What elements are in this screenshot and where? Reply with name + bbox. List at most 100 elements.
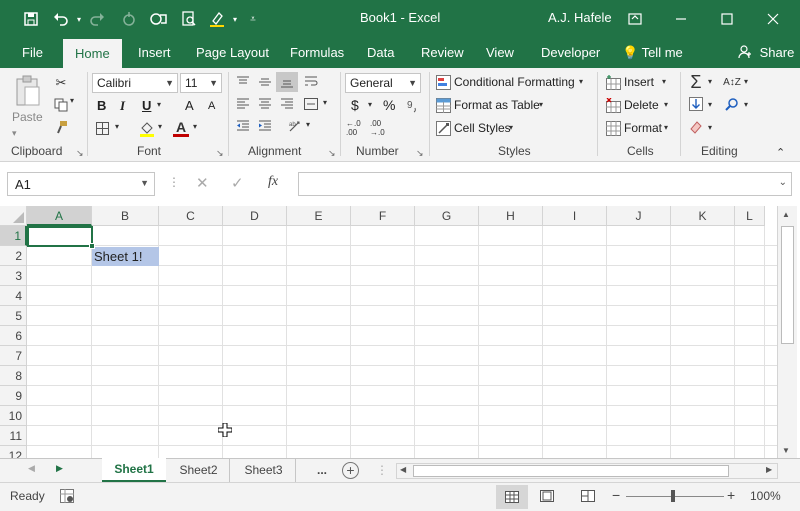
tab-formulas[interactable]: Formulas bbox=[290, 38, 344, 68]
normal-view-icon[interactable] bbox=[496, 485, 528, 509]
percent-button[interactable]: % bbox=[383, 97, 395, 113]
merge-dropdown-icon[interactable]: ▾ bbox=[323, 98, 327, 107]
grow-font-button[interactable]: A bbox=[185, 98, 194, 113]
delete-cells-icon[interactable] bbox=[605, 97, 621, 113]
row-header-7[interactable]: 7 bbox=[0, 346, 27, 366]
fill-dropdown-icon[interactable]: ▾ bbox=[708, 100, 712, 109]
row-header-11[interactable]: 11 bbox=[0, 426, 27, 446]
font-color-icon[interactable]: A bbox=[172, 118, 190, 138]
scroll-down-icon[interactable]: ▼ bbox=[782, 446, 790, 455]
copy-icon[interactable] bbox=[52, 96, 70, 114]
column-header-h[interactable]: H bbox=[479, 206, 543, 226]
cell-styles-dropdown-icon[interactable]: ▾ bbox=[509, 123, 513, 132]
selected-cell-a1[interactable] bbox=[27, 226, 93, 247]
row-header-2[interactable]: 2 bbox=[0, 246, 27, 266]
select-all-button[interactable] bbox=[0, 206, 27, 226]
sort-filter-icon[interactable]: A↕Z bbox=[722, 73, 742, 91]
sheet-tab-sheet3[interactable]: Sheet3 bbox=[232, 459, 296, 483]
delete-cells-button[interactable]: Delete bbox=[624, 98, 659, 112]
zoom-out-icon[interactable]: − bbox=[612, 487, 620, 503]
column-header-a[interactable]: A bbox=[27, 206, 92, 226]
wrap-text-icon[interactable] bbox=[302, 74, 320, 90]
ribbon-display-icon[interactable] bbox=[612, 0, 658, 38]
align-center-icon[interactable] bbox=[256, 96, 274, 112]
row-header-1[interactable]: 1 bbox=[0, 226, 27, 246]
cell-styles-button[interactable]: Cell Styles bbox=[454, 121, 511, 135]
new-sheet-icon[interactable]: + bbox=[342, 462, 359, 479]
clear-dropdown-icon[interactable]: ▾ bbox=[708, 123, 712, 132]
zoom-slider-track[interactable] bbox=[626, 496, 724, 497]
formula-bar-options-icon[interactable]: ⋮ bbox=[168, 175, 180, 189]
save-icon[interactable] bbox=[20, 8, 42, 30]
scroll-right-icon[interactable]: ▶ bbox=[766, 465, 772, 474]
row-header-6[interactable]: 6 bbox=[0, 326, 27, 346]
share-button[interactable]: Share bbox=[738, 38, 794, 68]
zoom-in-icon[interactable]: + bbox=[727, 487, 735, 503]
underline-button[interactable]: U bbox=[142, 98, 151, 113]
number-format-select[interactable]: General ▼ bbox=[345, 73, 421, 93]
vertical-scrollbar[interactable]: ▲ ▼ bbox=[777, 206, 797, 458]
next-sheet-icon[interactable]: ▶ bbox=[56, 463, 63, 474]
clear-icon[interactable] bbox=[688, 119, 704, 135]
number-launcher-icon[interactable]: ↘ bbox=[416, 148, 424, 159]
horizontal-scroll-thumb[interactable] bbox=[413, 465, 729, 477]
format-as-table-icon[interactable] bbox=[435, 97, 451, 113]
tab-data[interactable]: Data bbox=[367, 38, 394, 68]
tab-view[interactable]: View bbox=[486, 38, 514, 68]
fill-icon[interactable] bbox=[688, 96, 704, 112]
tab-review[interactable]: Review bbox=[421, 38, 464, 68]
decrease-indent-icon[interactable] bbox=[234, 118, 252, 134]
name-box[interactable]: A1 ▼ bbox=[7, 172, 155, 196]
paste-button[interactable]: Paste bbox=[12, 110, 43, 124]
tab-split-handle[interactable]: ⋮ bbox=[376, 463, 388, 477]
column-header-l[interactable]: L bbox=[735, 206, 765, 226]
worksheet-grid[interactable]: ABCDEFGHIJKL 1 2 3 4 5 6 7 8 9 10 11 12 Sheet 1! ▲ … bbox=[0, 206, 800, 458]
column-header-e[interactable]: E bbox=[287, 206, 351, 226]
cell-b2[interactable]: Sheet 1! bbox=[92, 247, 159, 266]
format-as-table-button[interactable]: Format as Table bbox=[454, 98, 540, 112]
format-painter-icon[interactable] bbox=[52, 118, 70, 136]
fill-color-dropdown-icon[interactable]: ▾ bbox=[158, 122, 162, 131]
formula-input[interactable]: ⌄ bbox=[298, 172, 792, 196]
font-name-select[interactable]: Calibri ▼ bbox=[92, 73, 178, 93]
copy-dropdown-icon[interactable]: ▾ bbox=[70, 96, 74, 105]
row-header-3[interactable]: 3 bbox=[0, 266, 27, 286]
insert-cells-button[interactable]: Insert bbox=[624, 75, 654, 89]
scroll-left-icon[interactable]: ◀ bbox=[400, 465, 406, 474]
conditional-formatting-dropdown-icon[interactable]: ▾ bbox=[579, 77, 583, 86]
font-size-select[interactable]: 11 ▼ bbox=[180, 73, 222, 93]
vertical-scroll-thumb[interactable] bbox=[781, 226, 794, 344]
increase-decimal-icon[interactable]: ←.0 .00 bbox=[346, 119, 366, 137]
insert-cells-dropdown-icon[interactable]: ▾ bbox=[662, 77, 666, 86]
zoom-slider-thumb[interactable] bbox=[671, 490, 675, 502]
column-header-b[interactable]: B bbox=[92, 206, 159, 226]
maximize-icon[interactable] bbox=[704, 0, 750, 38]
tab-developer[interactable]: Developer bbox=[541, 38, 600, 68]
more-sheets-button[interactable]: ... bbox=[310, 459, 334, 483]
format-cells-button[interactable]: Format bbox=[624, 121, 662, 135]
tab-home[interactable]: Home bbox=[63, 39, 122, 68]
column-header-c[interactable]: C bbox=[159, 206, 223, 226]
touch-mode-icon[interactable] bbox=[148, 8, 170, 30]
bold-button[interactable]: B bbox=[97, 98, 106, 113]
decrease-decimal-icon[interactable]: .00 →.0 bbox=[370, 119, 390, 137]
top-align-icon[interactable] bbox=[234, 74, 252, 90]
horizontal-scrollbar[interactable]: ◀ ▶ bbox=[396, 463, 778, 479]
sheet-tab-sheet2[interactable]: Sheet2 bbox=[168, 459, 230, 483]
font-color-dropdown-icon[interactable]: ▾ bbox=[193, 122, 197, 131]
fill-color-icon[interactable] bbox=[138, 120, 156, 138]
font-launcher-icon[interactable]: ↘ bbox=[216, 148, 224, 159]
format-as-table-dropdown-icon[interactable]: ▾ bbox=[539, 100, 543, 109]
sort-filter-dropdown-icon[interactable]: ▾ bbox=[744, 77, 748, 86]
tab-page-layout[interactable]: Page Layout bbox=[196, 38, 269, 68]
column-header-f[interactable]: F bbox=[351, 206, 415, 226]
borders-dropdown-icon[interactable]: ▾ bbox=[115, 122, 119, 131]
tab-insert[interactable]: Insert bbox=[138, 38, 171, 68]
paste-icon[interactable] bbox=[10, 74, 46, 108]
paste-dropdown-icon[interactable]: ▾ bbox=[12, 128, 17, 139]
conditional-formatting-icon[interactable] bbox=[435, 74, 451, 90]
page-break-view-icon[interactable] bbox=[581, 490, 595, 505]
column-header-g[interactable]: G bbox=[415, 206, 479, 226]
find-select-icon[interactable] bbox=[724, 96, 740, 112]
autosum-icon[interactable]: Σ bbox=[687, 72, 705, 92]
